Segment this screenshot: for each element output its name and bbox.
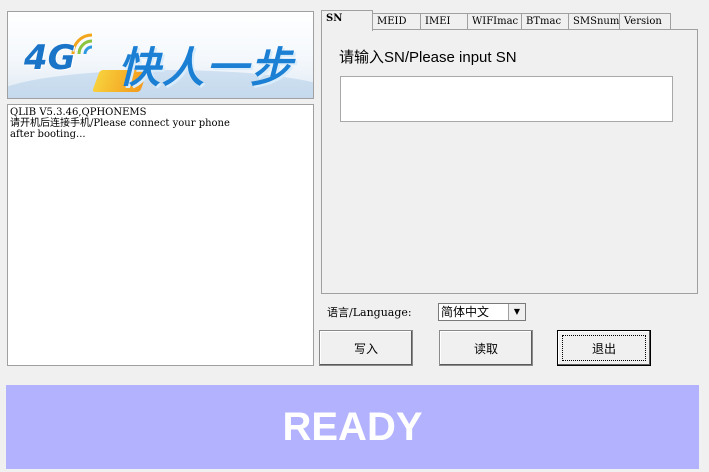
tab-imei[interactable]: IMEI [420,13,468,30]
log-line: after booting... [10,129,86,140]
banner-slogan: 快人一步 [118,43,295,92]
brand-banner: 4G 快人一步 [7,11,314,99]
language-selected-value: 简体中文 [441,305,490,319]
write-button[interactable]: 写入 [319,330,413,366]
log-output[interactable]: QLIB V5.3.46,QPHONEMS 请开机后连接手机/Please co… [7,104,314,366]
status-banner: READY [6,385,699,469]
tab-btmac[interactable]: BTmac [521,13,569,30]
read-button[interactable]: 读取 [439,330,533,366]
language-label: 语言/Language: [327,306,412,319]
tab-meid[interactable]: MEID [372,13,421,30]
language-select[interactable]: 简体中文 ▼ [438,303,526,321]
tab-wifimac[interactable]: WIFImac [467,13,522,30]
sn-prompt: 请输入SN/Please input SN [339,49,517,66]
sn-input[interactable] [340,76,673,122]
log-line: 请开机后连接手机/Please connect your phone [10,118,230,129]
tab-version[interactable]: Version [619,13,671,30]
logo-4g: 4G [24,38,76,78]
sn-tab-panel: 请输入SN/Please input SN [321,29,698,294]
chevron-down-icon[interactable]: ▼ [508,304,525,320]
tab-smsnum[interactable]: SMSnum [568,13,620,30]
tab-sn[interactable]: SN [321,10,373,31]
exit-button[interactable]: 退出 [557,330,651,366]
log-line: QLIB V5.3.46,QPHONEMS [10,107,147,118]
